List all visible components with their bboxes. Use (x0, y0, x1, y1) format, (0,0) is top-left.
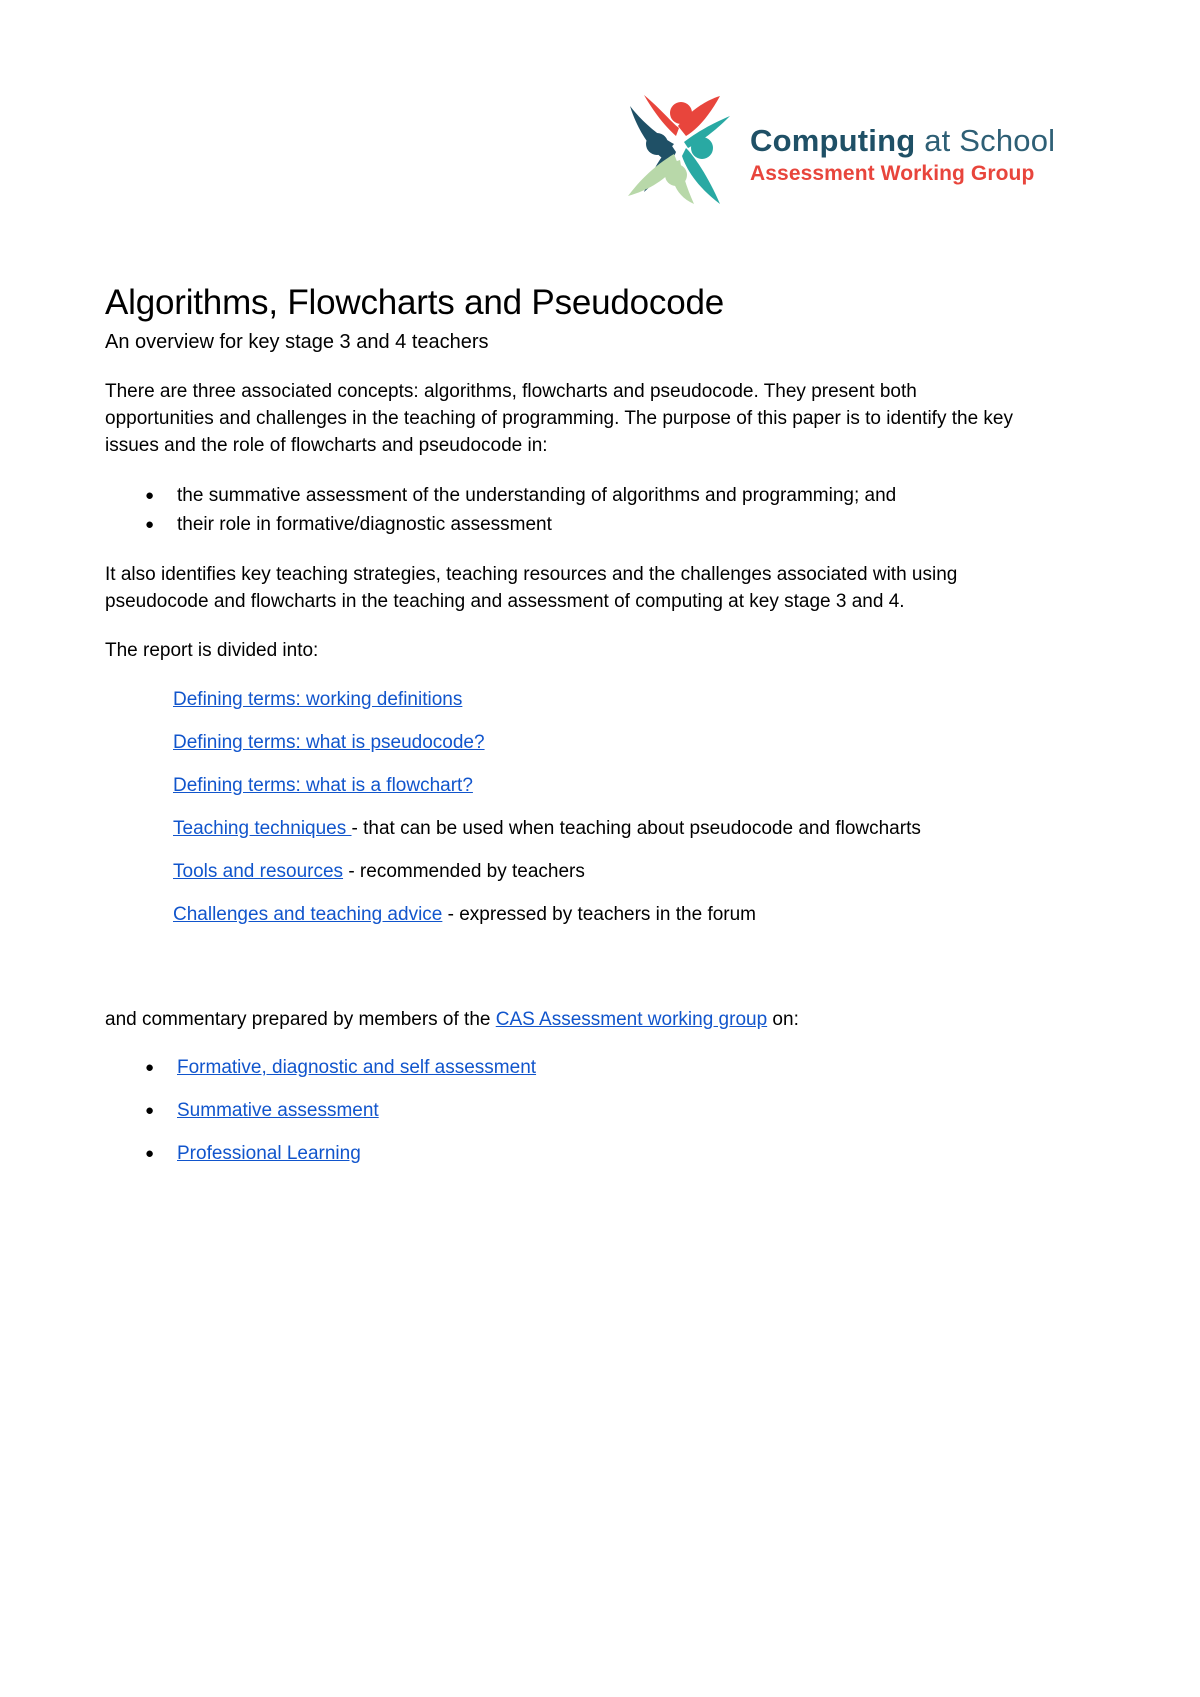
list-item: Defining terms: what is pseudocode? (105, 729, 1030, 756)
list-item: Challenges and teaching advice - express… (105, 901, 1030, 928)
bullet-icon: ● (145, 487, 155, 504)
vertical-spacer (105, 944, 1030, 1006)
page-subtitle: An overview for key stage 3 and 4 teache… (105, 331, 489, 353)
logo-brand-text: Computing at School (750, 123, 1055, 159)
list-item: ● the summative assessment of the unders… (105, 481, 1030, 510)
link-defining-terms-what-is-pseudocode[interactable]: Defining terms: what is pseudocode? (173, 732, 485, 753)
list-item: Teaching techniques - that can be used w… (105, 815, 1030, 842)
report-divided-into-label: The report is divided into: (105, 640, 319, 661)
link-defining-terms-what-is-a-flowchart[interactable]: Defining terms: what is a flowchart? (173, 775, 473, 796)
list-item: ● their role in formative/diagnostic ass… (105, 510, 1030, 539)
bullet-icon: ● (145, 1102, 155, 1119)
cas-logo-header: Computing at School Assessment Working G… (616, 82, 1055, 232)
commentary-prefix: and commentary prepared by members of th… (105, 1009, 496, 1030)
list-item: Tools and resources - recommended by tea… (105, 858, 1030, 885)
intro-paragraph: There are three associated concepts: alg… (105, 381, 1013, 456)
link-teaching-techniques[interactable]: Teaching techniques (173, 818, 352, 839)
list-item: ● Formative, diagnostic and self assessm… (105, 1053, 1030, 1082)
section-link-list: Defining terms: working definitions Defi… (105, 686, 1030, 928)
link-trailing-text: - expressed by teachers in the forum (442, 904, 757, 925)
bullet-icon: ● (145, 516, 155, 533)
logo-brand-bold: Computing (750, 123, 916, 158)
list-item: ● Summative assessment (105, 1096, 1030, 1125)
list-item-label: the summative assessment of the understa… (177, 485, 897, 506)
link-trailing-text: - that can be used when teaching about p… (351, 818, 921, 839)
link-tools-and-resources[interactable]: Tools and resources (173, 861, 343, 882)
logo-subtitle: Assessment Working Group (750, 162, 1035, 185)
intro-bullet-list: ● the summative assessment of the unders… (105, 481, 1030, 539)
link-cas-assessment-working-group[interactable]: CAS Assessment working group (496, 1009, 767, 1030)
list-item-label: their role in formative/diagnostic asses… (177, 514, 552, 535)
link-defining-terms-working-definitions[interactable]: Defining terms: working definitions (173, 689, 462, 710)
document-page: Computing at School Assessment Working G… (0, 0, 1200, 1697)
list-item: Defining terms: what is a flowchart? (105, 772, 1030, 799)
document-body: Algorithms, Flowcharts and Pseudocode An… (105, 282, 1030, 1190)
commentary-bullet-list: ● Formative, diagnostic and self assessm… (105, 1053, 1030, 1168)
page-title: Algorithms, Flowcharts and Pseudocode (105, 283, 725, 322)
list-item: ● Professional Learning (105, 1139, 1030, 1168)
second-paragraph: It also identifies key teaching strategi… (105, 564, 958, 612)
bullet-icon: ● (145, 1145, 155, 1162)
computing-at-school-pinwheel-icon (616, 82, 744, 210)
link-challenges-and-teaching-advice[interactable]: Challenges and teaching advice (173, 904, 442, 925)
link-professional-learning[interactable]: Professional Learning (177, 1143, 361, 1164)
link-trailing-text: - recommended by teachers (343, 861, 585, 882)
commentary-paragraph: and commentary prepared by members of th… (105, 1006, 1030, 1033)
logo-brand-rest: at School (915, 123, 1056, 158)
commentary-suffix: on: (767, 1009, 799, 1030)
link-summative-assessment[interactable]: Summative assessment (177, 1100, 379, 1121)
link-formative-diagnostic-and-self-assessment[interactable]: Formative, diagnostic and self assessmen… (177, 1057, 536, 1078)
list-item: Defining terms: working definitions (105, 686, 1030, 713)
bullet-icon: ● (145, 1059, 155, 1076)
